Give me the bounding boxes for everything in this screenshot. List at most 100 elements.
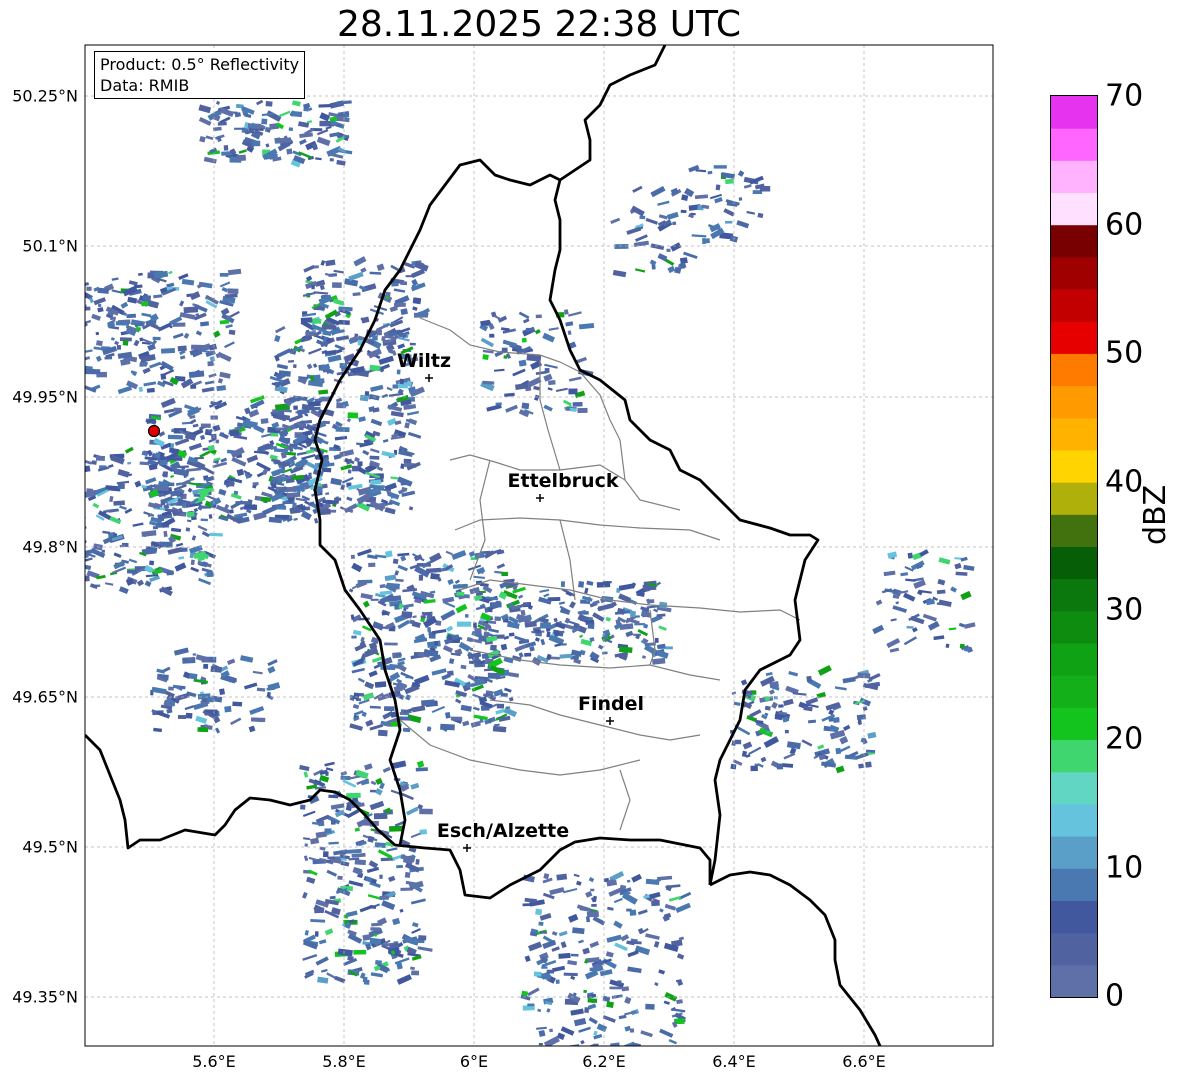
echo-cell	[68, 571, 76, 578]
lat-label: 49.35°N	[12, 987, 78, 1007]
echo-cell	[265, 101, 273, 107]
echo-cell	[306, 363, 313, 370]
echo-cell	[455, 603, 468, 614]
echo-cell	[184, 404, 195, 411]
echo-cell	[188, 442, 202, 451]
echo-cell	[427, 626, 432, 633]
echo-cell	[91, 460, 97, 465]
colorbar-segment	[1051, 610, 1097, 644]
echo-cell	[97, 307, 104, 313]
echo-cell	[187, 487, 193, 493]
echo-cell	[291, 100, 301, 107]
echo-cell	[127, 569, 138, 574]
echo-cell	[592, 895, 598, 903]
echo-cell	[85, 293, 89, 300]
echo-cell	[234, 127, 245, 130]
echo-cell	[381, 611, 388, 616]
echo-cell	[548, 379, 556, 386]
echo-cell	[146, 387, 155, 393]
echo-cell	[209, 356, 216, 362]
echo-cell	[197, 727, 209, 733]
echo-cell	[191, 344, 205, 351]
echo-cell	[189, 418, 197, 425]
echo-cell	[938, 599, 952, 608]
lat-label: 49.95°N	[12, 387, 78, 407]
echo-cell	[890, 618, 897, 622]
echo-cell	[404, 262, 413, 268]
echo-cell	[110, 337, 115, 341]
echo-cell	[417, 946, 433, 952]
echo-cell	[546, 631, 551, 638]
echo-cell	[585, 890, 593, 898]
echo-cell	[505, 404, 518, 413]
echo-cell	[407, 431, 422, 439]
echo-cell	[587, 623, 595, 630]
echo-cell	[334, 497, 342, 501]
echo-cell	[149, 560, 155, 566]
echo-cell	[315, 831, 327, 839]
echo-cell	[230, 717, 242, 726]
echo-cell	[805, 697, 819, 706]
echo-cell	[351, 635, 357, 639]
echo-cell	[351, 562, 363, 573]
echo-cell	[456, 591, 465, 596]
echo-cell	[808, 719, 817, 724]
echo-cell	[562, 887, 578, 894]
echo-cell	[419, 808, 433, 815]
echo-cell	[200, 321, 210, 327]
colorbar-segment	[1051, 932, 1097, 966]
colorbar-segment	[1051, 256, 1097, 290]
echo-cell	[418, 574, 424, 581]
echo-cell	[670, 242, 682, 252]
echo-cell	[573, 1017, 587, 1027]
echo-cell	[299, 764, 310, 772]
echo-cell	[759, 186, 771, 192]
echo-cell	[314, 398, 328, 402]
echo-cell	[570, 1008, 584, 1016]
echo-cell	[570, 953, 579, 957]
echo-cell	[314, 265, 319, 269]
echo-cell	[113, 552, 122, 559]
echo-cell	[62, 484, 72, 491]
echo-cell	[602, 651, 608, 655]
echo-cell	[54, 489, 69, 497]
echo-cell	[221, 287, 229, 293]
echo-cell	[186, 519, 192, 523]
echo-cell	[29, 464, 45, 474]
echo-cell	[856, 714, 866, 720]
echo-cell	[527, 1003, 535, 1007]
echo-cell	[324, 928, 334, 936]
echo-cell	[145, 477, 157, 485]
product-info-box: Product: 0.5° Reflectivity Data: RMIB	[94, 51, 306, 99]
echo-cell	[189, 291, 201, 301]
echo-cell	[151, 709, 157, 714]
colorbar-segment	[1051, 675, 1097, 708]
echo-cell	[31, 584, 36, 589]
echo-cell	[412, 306, 418, 311]
echo-cell	[167, 547, 183, 555]
echo-cell	[119, 505, 127, 511]
echo-cell	[347, 955, 354, 961]
echo-cell	[680, 209, 687, 214]
echo-cell	[301, 891, 308, 899]
echo-cell	[308, 472, 312, 476]
echo-cell	[217, 378, 224, 384]
echo-cell	[79, 487, 84, 491]
echo-cell	[324, 350, 337, 355]
echo-cell	[766, 730, 770, 734]
echo-cell	[146, 449, 153, 457]
echo-cell	[179, 355, 186, 360]
echo-cell	[256, 99, 264, 106]
echo-cell	[771, 701, 778, 709]
echo-cell	[654, 982, 659, 987]
echo-cell	[115, 321, 130, 326]
echo-cell	[104, 582, 114, 586]
echo-cell	[276, 348, 292, 358]
echo-cell	[620, 934, 630, 942]
echo-cell	[553, 617, 558, 623]
echo-cell	[167, 434, 183, 440]
echo-cell	[97, 287, 109, 294]
echo-cell	[369, 800, 385, 811]
echo-cell	[579, 634, 584, 638]
echo-cell	[347, 412, 359, 419]
